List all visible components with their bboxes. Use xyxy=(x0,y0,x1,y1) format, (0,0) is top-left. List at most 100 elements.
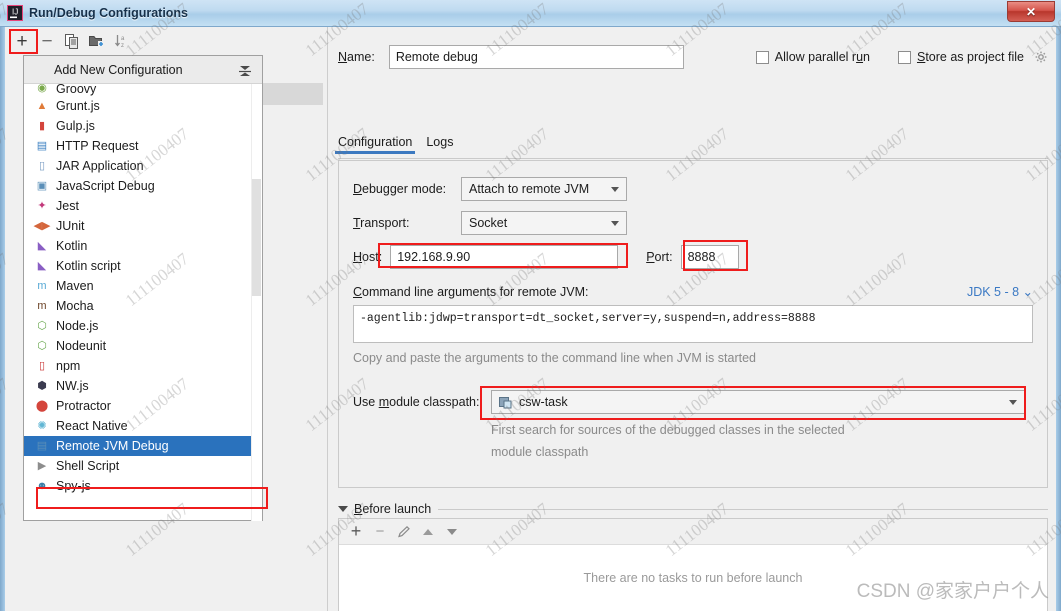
nodejs-icon: ⬡ xyxy=(37,319,47,332)
allow-parallel-run-box[interactable] xyxy=(755,50,769,64)
list-item-label: Kotlin xyxy=(56,239,88,253)
window-right-border xyxy=(1056,27,1061,611)
list-item-label: Mocha xyxy=(56,299,94,313)
list-item[interactable]: ⬤ Protractor xyxy=(24,396,262,416)
chevron-down-icon[interactable] xyxy=(604,186,626,192)
list-item[interactable]: m Mocha xyxy=(24,296,262,316)
cmdline-label-row: Command line arguments for remote JVM: J… xyxy=(353,284,1033,300)
list-scrollbar[interactable] xyxy=(251,84,262,521)
chevron-collapse-icon[interactable] xyxy=(338,506,348,512)
list-item-label: Maven xyxy=(56,279,94,293)
list-item-label: Grunt.js xyxy=(56,99,100,113)
npm-icon: ▯ xyxy=(38,359,46,372)
before-launch-remove-button[interactable]: − xyxy=(371,523,389,541)
before-launch-add-button[interactable]: + xyxy=(347,521,365,541)
copy-paste-hint: Copy and paste the arguments to the comm… xyxy=(353,351,756,365)
list-item[interactable]: ▤ Remote JVM Debug xyxy=(24,436,262,456)
run-debug-configurations-dialog: IJ Run/Debug Configurations ✕ + − a z Ad… xyxy=(0,0,1061,611)
debugger-mode-select[interactable]: Attach to remote JVM xyxy=(461,177,627,201)
groovy-icon: ◉ xyxy=(37,84,47,94)
transport-select[interactable]: Socket xyxy=(461,211,627,235)
gulp-icon: ▮ xyxy=(38,119,46,132)
port-input[interactable] xyxy=(680,245,739,269)
store-as-project-file-box[interactable] xyxy=(897,50,911,64)
list-item[interactable]: ⬡ Node.js xyxy=(24,316,262,336)
module-classpath-value: csw-task xyxy=(519,395,568,409)
list-item[interactable]: m Maven xyxy=(24,276,262,296)
list-item[interactable]: ◉ Groovy xyxy=(24,84,262,96)
name-row: Name: Allow parallel run Store as projec… xyxy=(338,44,1048,70)
module-classpath-label: Use module classpath: xyxy=(353,395,480,409)
chevron-down-icon[interactable] xyxy=(1002,399,1024,405)
jdk-version-selector[interactable]: JDK 5 - 8 ⌄ xyxy=(967,284,1033,299)
gear-icon[interactable] xyxy=(1035,51,1048,64)
react-native-icon: ✺ xyxy=(37,419,47,432)
list-item-label: Jest xyxy=(56,199,79,213)
close-button[interactable]: ✕ xyxy=(1007,1,1055,22)
allow-parallel-run-checkbox[interactable]: Allow parallel run xyxy=(755,50,870,64)
list-item[interactable]: ⬡ Nodeunit xyxy=(24,336,262,356)
list-item-label: JavaScript Debug xyxy=(56,179,155,193)
before-launch-empty-message: There are no tasks to run before launch xyxy=(583,571,803,585)
before-launch-toolbar: + − xyxy=(339,519,1047,545)
list-item-label: Protractor xyxy=(56,399,111,413)
collapse-all-icon[interactable] xyxy=(238,62,252,78)
tab-configuration[interactable]: Configuration xyxy=(334,135,416,154)
name-input[interactable] xyxy=(388,45,684,69)
remove-configuration-button[interactable]: − xyxy=(36,30,58,52)
list-item[interactable]: ⬢ NW.js xyxy=(24,376,262,396)
tabs-separator xyxy=(338,158,1048,159)
dialog-body: + − a z Add New Configuration ◉ Groovy ▲… xyxy=(5,27,1056,611)
shell-script-icon: ▶ xyxy=(37,459,47,472)
debugger-mode-value: Attach to remote JVM xyxy=(469,182,590,196)
mocha-icon: m xyxy=(37,299,47,312)
list-item[interactable]: ▯ npm xyxy=(24,356,262,376)
list-item-label: Kotlin script xyxy=(56,259,121,273)
configuration-types-list[interactable]: ◉ Groovy ▲ Grunt.js ▮ Gulp.js ▤ HTTP Request ▯ JA… xyxy=(24,84,262,521)
copy-configuration-icon[interactable] xyxy=(61,30,83,52)
list-item-label: JAR Application xyxy=(56,159,144,173)
list-item-label: React Native xyxy=(56,419,128,433)
cmdline-arguments-field[interactable]: -agentlib:jdwp=transport=dt_socket,serve… xyxy=(353,305,1033,343)
remote-jvm-debug-icon: ▤ xyxy=(36,439,48,452)
before-launch-header[interactable]: Before launch xyxy=(338,502,431,516)
list-item[interactable]: ▤ HTTP Request xyxy=(24,136,262,156)
add-configuration-button[interactable]: + xyxy=(11,30,33,52)
list-item[interactable]: ✺ React Native xyxy=(24,416,262,436)
list-item[interactable]: ▶ Shell Script xyxy=(24,456,262,476)
list-item[interactable]: ▣ JavaScript Debug xyxy=(24,176,262,196)
store-as-project-file-checkbox[interactable]: Store as project file xyxy=(897,50,1048,64)
host-port-row: Host: Port: xyxy=(353,245,739,269)
chevron-down-icon[interactable] xyxy=(604,220,626,226)
module-classpath-hint-line1: First search for sources of the debugged… xyxy=(491,423,845,437)
list-item[interactable]: ◣ Kotlin script xyxy=(24,256,262,276)
list-item[interactable]: ◣ Kotlin xyxy=(24,236,262,256)
list-item[interactable]: ◀▶ JUnit xyxy=(24,216,262,236)
transport-label: Transport: xyxy=(353,216,410,230)
configurations-toolbar: + − a z xyxy=(5,27,325,55)
list-item[interactable]: ▲ Grunt.js xyxy=(24,96,262,116)
list-item[interactable]: ✦ Jest xyxy=(24,196,262,216)
list-item-label: Shell Script xyxy=(56,459,120,473)
nwjs-icon: ⬢ xyxy=(37,379,47,392)
move-down-icon[interactable] xyxy=(443,523,461,541)
list-item[interactable]: ☻ Spy-js xyxy=(24,476,262,496)
module-classpath-select[interactable]: csw-task xyxy=(491,390,1025,414)
sort-alphabetically-icon[interactable]: a z xyxy=(111,30,133,52)
list-item[interactable]: ▮ Gulp.js xyxy=(24,116,262,136)
move-up-icon[interactable] xyxy=(419,523,437,541)
edit-pencil-icon[interactable] xyxy=(395,523,413,541)
list-item-label: Nodeunit xyxy=(56,339,107,353)
svg-text:IJ: IJ xyxy=(12,8,18,17)
add-new-configuration-popup: Add New Configuration ◉ Groovy ▲ Grunt.js ▮ G… xyxy=(23,55,268,521)
list-item[interactable]: ▯ JAR Application xyxy=(24,156,262,176)
window-title: Run/Debug Configurations xyxy=(29,6,189,20)
junit-icon: ◀▶ xyxy=(33,219,51,232)
host-input[interactable] xyxy=(390,245,619,269)
new-folder-icon[interactable] xyxy=(86,30,108,52)
tab-logs[interactable]: Logs xyxy=(426,135,453,154)
transport-value: Socket xyxy=(469,216,508,230)
port-label: Port: xyxy=(646,250,673,264)
list-scrollbar-thumb[interactable] xyxy=(252,179,261,296)
transport-row: Transport: Socket xyxy=(353,211,627,235)
